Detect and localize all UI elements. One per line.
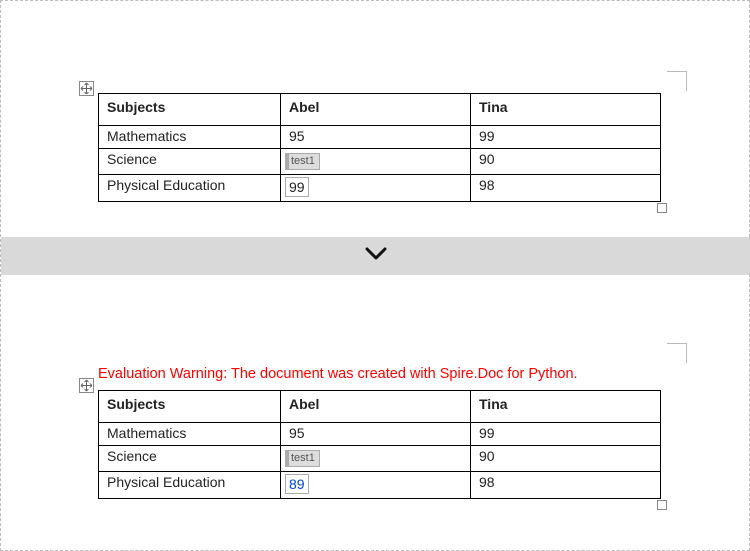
col-header-subjects: Subjects [99, 94, 281, 126]
cell-abel: test1 [281, 149, 471, 175]
table-row: Mathematics 95 99 [99, 423, 661, 446]
table-header-row: Subjects Abel Tina [99, 391, 661, 423]
separator-band [1, 237, 750, 275]
table-resize-handle[interactable] [657, 500, 667, 510]
table-move-handle[interactable] [79, 378, 94, 393]
table-row: Science test1 90 [99, 446, 661, 472]
grades-table-after: Subjects Abel Tina Mathematics 95 99 Sci… [98, 390, 661, 499]
cell-subject: Mathematics [99, 423, 281, 446]
cell-subject: Physical Education [99, 175, 281, 202]
evaluation-warning: Evaluation Warning: The document was cre… [98, 366, 578, 382]
cell-tina: 90 [471, 446, 661, 472]
cell-tina: 99 [471, 126, 661, 149]
cell-tina: 98 [471, 472, 661, 499]
cell-abel: 95 [281, 126, 471, 149]
cell-subject: Science [99, 446, 281, 472]
editable-field[interactable]: 89 [285, 474, 309, 494]
grades-table-before: Subjects Abel Tina Mathematics 95 99 Sci… [98, 93, 661, 202]
table-header-row: Subjects Abel Tina [99, 94, 661, 126]
table-row: Mathematics 95 99 [99, 126, 661, 149]
page-corner-top-right [667, 71, 687, 91]
table-row: Physical Education 99 98 [99, 175, 661, 202]
table-resize-handle[interactable] [657, 203, 667, 213]
table-row: Physical Education 89 98 [99, 472, 661, 499]
editable-field[interactable]: 99 [285, 177, 309, 197]
table-move-handle[interactable] [79, 81, 94, 96]
col-header-tina: Tina [471, 391, 661, 423]
cell-tina: 98 [471, 175, 661, 202]
cell-abel: 95 [281, 423, 471, 446]
col-header-abel: Abel [281, 94, 471, 126]
field-value: 99 [289, 179, 305, 195]
cell-subject: Mathematics [99, 126, 281, 149]
page-corner-top-right [667, 343, 687, 363]
cell-subject: Physical Education [99, 472, 281, 499]
cell-tina: 99 [471, 423, 661, 446]
move-icon [80, 379, 93, 392]
move-icon [80, 82, 93, 95]
cell-abel: test1 [281, 446, 471, 472]
cell-abel: 99 [281, 175, 471, 202]
col-header-abel: Abel [281, 391, 471, 423]
col-header-subjects: Subjects [99, 391, 281, 423]
document-canvas: Subjects Abel Tina Mathematics 95 99 Sci… [0, 0, 750, 551]
permission-tag[interactable]: test1 [285, 153, 320, 170]
chevron-down-icon [364, 245, 388, 268]
cell-abel: 89 [281, 472, 471, 499]
cell-tina: 90 [471, 149, 661, 175]
cell-subject: Science [99, 149, 281, 175]
field-value: 89 [289, 476, 305, 492]
permission-tag[interactable]: test1 [285, 450, 320, 467]
col-header-tina: Tina [471, 94, 661, 126]
table-row: Science test1 90 [99, 149, 661, 175]
